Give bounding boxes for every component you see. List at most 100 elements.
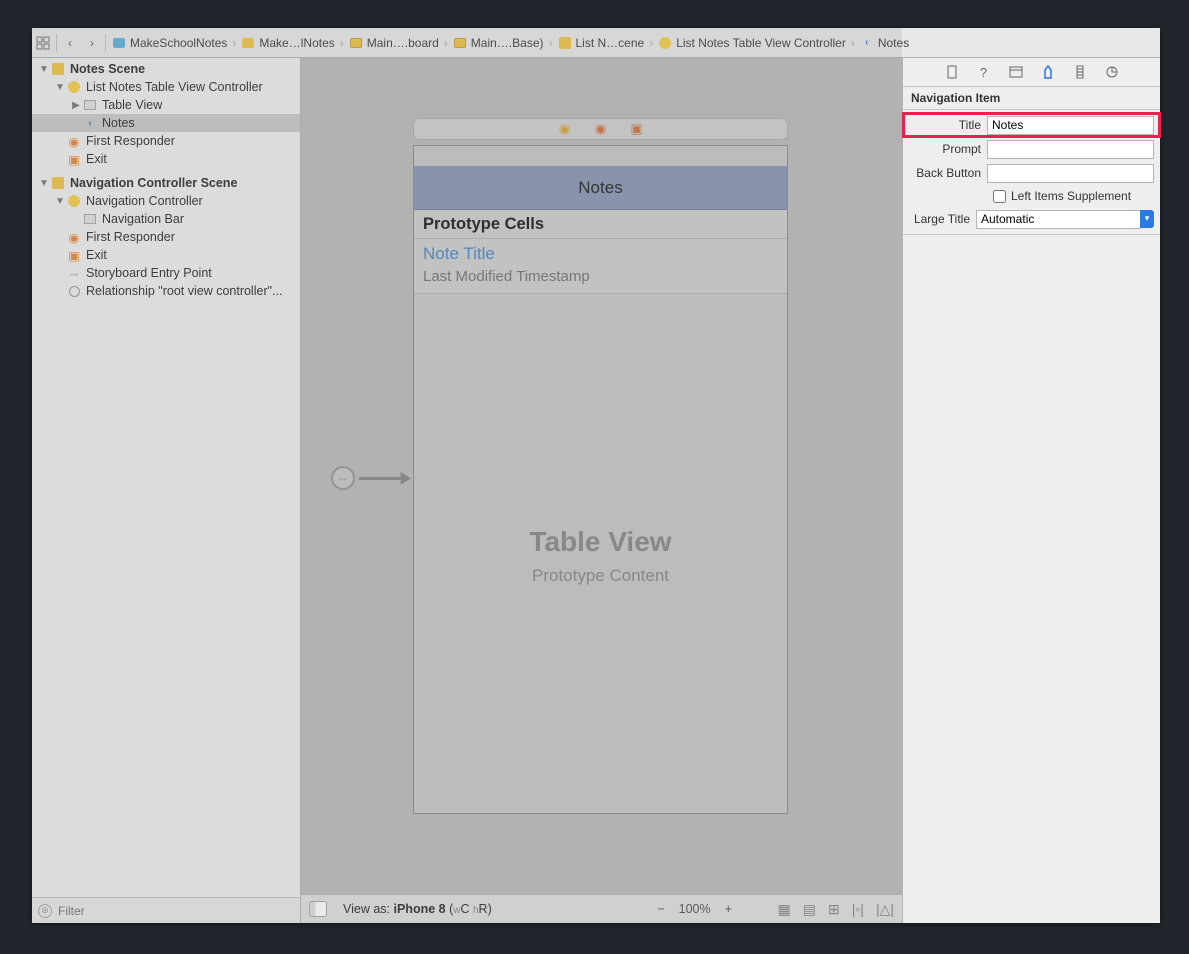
first-responder-row[interactable]: ◉ First Responder [32, 228, 300, 246]
file-inspector-tab[interactable] [943, 63, 961, 81]
tableview-row[interactable]: ▶ Table View [32, 96, 300, 114]
prototype-cell[interactable]: Note Title Last Modified Timestamp [414, 239, 787, 294]
entry-arrow-icon: ↔ [331, 463, 411, 493]
row-label: Navigation Controller Scene [70, 176, 237, 190]
embed-icon[interactable]: ▦ [777, 901, 790, 918]
row-label: First Responder [86, 134, 175, 148]
canvas[interactable]: ↔ ◉ ◉ ▣ Notes Prototype Cells Note Title… [301, 58, 902, 923]
prompt-input[interactable] [987, 140, 1154, 159]
supplement-label: Left Items Supplement [1011, 189, 1131, 203]
navbar-row[interactable]: Navigation Bar [32, 210, 300, 228]
watermark-subtitle: Prototype Content [414, 566, 787, 586]
crumb-project[interactable]: MakeSchoolNotes [108, 30, 231, 56]
dropdown-arrow-icon[interactable]: ▾ [1140, 210, 1154, 228]
watermark-title: Table View [414, 526, 787, 558]
size-inspector-tab[interactable] [1071, 63, 1089, 81]
crumb-label: Main….Base) [471, 36, 544, 50]
canvas-bottom-bar: View as: iPhone 8 (wC hR) − 100% + ▦ ▤ ⊞… [301, 894, 902, 923]
crumb-vc[interactable]: List Notes Table View Controller [654, 30, 850, 56]
crumb-notes[interactable]: ‹ Notes [856, 30, 913, 56]
vc-icon[interactable]: ◉ [558, 122, 572, 136]
status-bar [414, 146, 787, 166]
crumb-scene[interactable]: List N…cene [554, 30, 649, 56]
title-input[interactable] [987, 116, 1154, 135]
cell-title: Note Title [423, 244, 778, 264]
crumb-label: Make…lNotes [259, 36, 334, 50]
large-title-select[interactable] [976, 210, 1141, 229]
exit-row[interactable]: ▣ Exit [32, 150, 300, 168]
relationship-row[interactable]: Relationship "root view controller"... [32, 282, 300, 300]
supplement-checkbox[interactable] [993, 190, 1006, 203]
identity-inspector-tab[interactable] [1007, 63, 1025, 81]
arrange-icon[interactable]: |△| [876, 901, 894, 918]
view-as-prefix: View as: [343, 902, 394, 916]
attributes-inspector-tab[interactable] [1039, 63, 1057, 81]
toggle-outline-button[interactable] [309, 901, 327, 917]
crumb-label: MakeSchoolNotes [130, 36, 227, 50]
navcontroller-row[interactable]: ▼ Navigation Controller [32, 192, 300, 210]
large-title-field-row: Large Title ▾ [903, 207, 1160, 231]
row-label: Table View [102, 98, 162, 112]
scene-row[interactable]: ▼ Navigation Controller Scene [32, 174, 300, 192]
nav-forward-button[interactable]: › [81, 32, 103, 54]
connections-inspector-tab[interactable] [1103, 63, 1121, 81]
row-label: Exit [86, 248, 107, 262]
navigation-bar[interactable]: Notes [414, 166, 787, 210]
filter-bar: ⊜ [32, 897, 300, 923]
outline-tree[interactable]: ▼ Notes Scene ▼ List Notes Table View Co… [32, 58, 300, 897]
filter-icon[interactable]: ⊜ [38, 904, 52, 918]
entry-point-row[interactable]: → Storyboard Entry Point [32, 264, 300, 282]
section-title: Navigation Item [911, 91, 1000, 105]
crumb-label: Notes [878, 36, 909, 50]
inspector-section-header: Navigation Item [903, 87, 1160, 110]
view-as-button[interactable]: View as: iPhone 8 (wC hR) [343, 902, 492, 916]
back-button-input[interactable] [987, 164, 1154, 183]
nav-title: Notes [578, 178, 622, 198]
row-label: Navigation Bar [102, 212, 184, 226]
row-label: Notes [102, 116, 135, 130]
inspector-panel: ? Navigation Item Title Prompt [902, 58, 1160, 923]
first-responder-icon[interactable]: ◉ [594, 122, 608, 136]
row-label: Notes Scene [70, 62, 145, 76]
vc-row[interactable]: ▼ List Notes Table View Controller [32, 78, 300, 96]
prompt-label: Prompt [909, 142, 987, 156]
document-outline: ▼ Notes Scene ▼ List Notes Table View Co… [32, 58, 301, 923]
inspector-body: Title Prompt Back Button Left Items Supp… [903, 110, 1160, 235]
xcode-window: ‹ › MakeSchoolNotes › Make…lNotes › Main… [32, 28, 1160, 923]
row-label: Navigation Controller [86, 194, 203, 208]
crumb-label: Main….board [367, 36, 439, 50]
nav-back-button[interactable]: ‹ [59, 32, 81, 54]
proto-header-label: Prototype Cells [423, 215, 544, 234]
help-inspector-tab[interactable]: ? [975, 63, 993, 81]
zoom-in-button[interactable]: + [725, 902, 732, 916]
crumb-base[interactable]: Main….Base) [449, 30, 548, 56]
crumb-storyboard[interactable]: Main….board [345, 30, 443, 56]
scene-row[interactable]: ▼ Notes Scene [32, 60, 300, 78]
resolve-icon[interactable]: |◦| [852, 901, 864, 918]
crumb-folder[interactable]: Make…lNotes [237, 30, 338, 56]
row-label: Relationship "root view controller"... [86, 284, 282, 298]
crumb-label: List Notes Table View Controller [676, 36, 846, 50]
align-icon[interactable]: ▤ [803, 901, 816, 918]
large-title-label: Large Title [909, 212, 976, 226]
scene-title-bar[interactable]: ◉ ◉ ▣ [413, 118, 788, 140]
separator [105, 34, 106, 52]
first-responder-row[interactable]: ◉ First Responder [32, 132, 300, 150]
prompt-field-row: Prompt [903, 137, 1160, 161]
exit-row[interactable]: ▣ Exit [32, 246, 300, 264]
row-label: First Responder [86, 230, 175, 244]
scene-frame[interactable]: Notes Prototype Cells Note Title Last Mo… [413, 145, 788, 814]
canvas-constraint-buttons: ▦ ▤ ⊞ |◦| |△| [777, 901, 894, 918]
main-area: ▼ Notes Scene ▼ List Notes Table View Co… [32, 58, 1160, 923]
row-label: List Notes Table View Controller [86, 80, 263, 94]
separator [56, 34, 57, 52]
filter-input[interactable] [58, 904, 294, 918]
related-items-icon[interactable] [32, 32, 54, 54]
pin-icon[interactable]: ⊞ [828, 901, 840, 918]
notes-row[interactable]: ‹ Notes [32, 114, 300, 132]
zoom-out-button[interactable]: − [657, 902, 664, 916]
view-as-device: iPhone 8 [394, 902, 446, 916]
title-field-row: Title [903, 113, 1160, 137]
title-label: Title [909, 118, 987, 132]
exit-icon[interactable]: ▣ [630, 122, 644, 136]
